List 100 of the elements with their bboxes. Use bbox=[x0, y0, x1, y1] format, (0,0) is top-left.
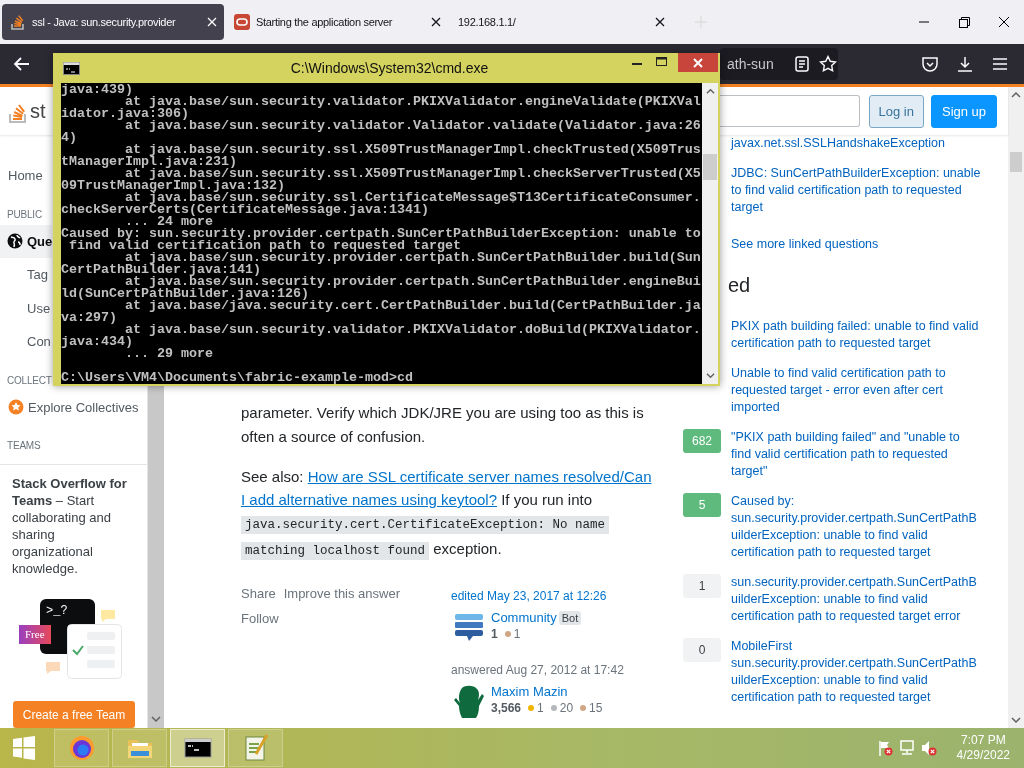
scroll-down-icon[interactable] bbox=[1011, 715, 1021, 725]
console-line: 4) bbox=[61, 132, 78, 144]
score-badge: 682 bbox=[683, 429, 721, 453]
user-name-link[interactable]: Community bbox=[491, 610, 557, 625]
oracle-icon bbox=[234, 14, 250, 30]
flag-icon[interactable] bbox=[876, 740, 893, 756]
terminal-icon[interactable] bbox=[63, 61, 80, 75]
sidebar-scrollbar[interactable] bbox=[148, 386, 164, 728]
answer-link[interactable]: I add alternative names using keytool? bbox=[241, 491, 497, 508]
related-question-link[interactable]: PKIX path building failed: unable to find valid certification path to requested target bbox=[731, 318, 983, 352]
console-line: Caused by: sun.security.provider.certpath.SunCertPathBuilderException: unable to bbox=[61, 228, 702, 240]
browser-tab[interactable]: ssl - Java: sun.security.provider bbox=[2, 4, 224, 40]
sidebar-item[interactable]: Explore Collectives bbox=[0, 390, 139, 424]
free-badge: Free bbox=[19, 625, 51, 644]
post-menu-link[interactable]: Share bbox=[241, 583, 276, 605]
scrollbar-thumb[interactable] bbox=[1010, 152, 1022, 172]
scroll-up-icon[interactable] bbox=[1011, 90, 1021, 100]
page-scrollbar[interactable] bbox=[1008, 87, 1024, 728]
badge-count: 15 bbox=[589, 701, 603, 715]
post-menu-link[interactable]: Improve this answer bbox=[283, 583, 401, 605]
score-badge: 0 bbox=[683, 638, 721, 662]
sidebar-item[interactable]: Use bbox=[0, 291, 51, 325]
teams-promo-text: Stack Overflow for Teams – Start collaborating and sharing organizational knowledge. bbox=[12, 475, 128, 577]
related-question-link[interactable]: Caused by: sun.security.provider.certpath.SunCertPathBuilderException: unable to find valid certification path to requested target bbox=[731, 493, 983, 561]
linked-question-link[interactable]: JDBC: SunCertPathBuilderException: unable to find valid certification path to requested target bbox=[731, 165, 983, 216]
command-prompt[interactable]: C:\Users\VM4\Documents\fabric-example-mod>cd bbox=[61, 372, 702, 384]
user-avatar-icon bbox=[453, 684, 485, 718]
related-question-link[interactable]: MobileFirst sun.security.provider.certpath.SunCertPathBuilderException: unable to find valid certification path to requested target bbox=[731, 638, 983, 706]
reputation-score: 3,566 bbox=[491, 701, 522, 715]
pocket-icon[interactable] bbox=[921, 55, 939, 73]
linked-question-link[interactable]: javax.net.ssl.SSLHandshakeException bbox=[731, 135, 983, 152]
section-heading: ed bbox=[728, 273, 752, 298]
close-icon[interactable] bbox=[430, 16, 442, 28]
sidebar-heading: TEAMS bbox=[6, 439, 41, 453]
console-line: at java.base/sun.security.ssl.X509TrustManagerImpl.checkTrusted(X509Trus bbox=[125, 144, 702, 156]
scroll-down-icon[interactable] bbox=[705, 371, 715, 380]
console-line: at java.base/sun.security.ssl.X509TrustManagerImpl.checkServerTrusted(X5 bbox=[125, 168, 702, 180]
post-menu-link[interactable]: Follow bbox=[241, 608, 451, 630]
sidebar-item[interactable]: Home bbox=[0, 159, 43, 193]
console-line: 09TrustManagerImpl.java:132) bbox=[61, 180, 285, 192]
console-line: at java.base/sun.security.provider.certpath.SunCertPathBuilder.build(Sun bbox=[125, 252, 702, 264]
answer-paragraph: See also: How are SSL certificate server names resolved/Can I add alternative names using keytool? If you run into java.security.cert.CertificateException: No name matching localhost found exception. bbox=[241, 467, 653, 562]
related-question-link[interactable]: Unable to find valid certification path to requested target - error even after cert imported bbox=[731, 365, 983, 416]
browser-tab[interactable]: 192.168.1.1/ bbox=[450, 4, 672, 40]
close-icon[interactable] bbox=[654, 16, 666, 28]
sidebar-heading: COLLECT bbox=[6, 373, 52, 388]
related-question-link[interactable]: "PKIX path building failed" and "unable to find valid certification path to requested target" bbox=[731, 429, 983, 480]
checklist-drawing bbox=[67, 624, 122, 679]
window-title: C:\Windows\System32\cmd.exe bbox=[290, 60, 489, 76]
scroll-up-icon[interactable] bbox=[705, 87, 715, 96]
score-badge: 5 bbox=[683, 493, 721, 517]
sidebar-item[interactable]: Que bbox=[0, 224, 53, 258]
reader-view-icon[interactable] bbox=[793, 55, 811, 73]
see-more-link[interactable]: See more linked questions bbox=[731, 236, 983, 253]
menu-icon[interactable] bbox=[991, 55, 1009, 73]
console-line: checkServerCerts(CertificateMessage.java:1341) bbox=[61, 204, 429, 216]
console-line: at java.base/sun.security.ssl.CertificateMessage$T13CertificateConsumer. bbox=[125, 192, 702, 204]
close-button[interactable] bbox=[678, 53, 718, 72]
bookmark-star-icon[interactable] bbox=[819, 55, 837, 73]
answer-link[interactable]: How are SSL certificate server names resolved/Can bbox=[307, 468, 652, 485]
console-line: java:439) bbox=[61, 84, 133, 96]
scrollbar-thumb[interactable] bbox=[703, 154, 717, 180]
logo-text[interactable]: st bbox=[30, 99, 46, 123]
address-bar[interactable]: ath-sun bbox=[720, 48, 838, 80]
score-badge: 1 bbox=[683, 574, 721, 598]
user-name-link[interactable]: Maxim Mazin bbox=[491, 684, 568, 699]
console-line: ... 24 more bbox=[125, 216, 213, 228]
reputation-score: 1 bbox=[491, 627, 498, 641]
stack-overflow-icon bbox=[10, 14, 26, 30]
console-line: find valid certification path to requested target bbox=[68, 240, 461, 252]
inline-code: java.security.cert.CertificateException: No name bbox=[241, 516, 610, 534]
download-icon[interactable] bbox=[956, 55, 974, 73]
edit-date-link[interactable]: edited May 23, 2017 at 12:26 bbox=[451, 586, 624, 606]
terminal-prompt: >_? bbox=[46, 603, 68, 620]
console-line: va:297) bbox=[61, 312, 118, 324]
sidebar-item[interactable]: Tag bbox=[0, 258, 48, 292]
related-question-link[interactable]: sun.security.provider.certpath.SunCertPathBuilderException: unable to find valid certification path to requested target error bbox=[731, 574, 983, 625]
badge-count: 1 bbox=[513, 627, 521, 641]
console-line: idator.java:306) bbox=[61, 108, 189, 120]
console-line: ... 29 more bbox=[125, 348, 214, 360]
muted-speaker-icon[interactable] bbox=[920, 740, 937, 756]
inline-code: matching localhost found bbox=[241, 542, 430, 560]
badge-count: 1 bbox=[537, 701, 544, 715]
sidebar-heading: PUBLIC bbox=[6, 207, 42, 222]
collectives-icon bbox=[8, 399, 24, 416]
answer-date: answered Aug 27, 2012 at 17:42 bbox=[451, 662, 624, 679]
console-line: at java.base/sun.security.validator.PKIXValidator.engineValidate(PKIXVal bbox=[125, 96, 702, 108]
bot-tag: Bot bbox=[558, 611, 582, 625]
console-scrollbar[interactable] bbox=[702, 83, 718, 384]
scroll-down-icon[interactable] bbox=[151, 714, 161, 724]
console-line: at java.base/sun.security.validator.PKIXValidator.doBuild(PKIXValidator. bbox=[125, 324, 702, 336]
log-in-button[interactable]: Log in bbox=[868, 94, 924, 128]
globe-icon bbox=[7, 233, 23, 250]
console-line: java:434) bbox=[61, 336, 134, 348]
console-line: ld(SunCertPathBuilder.java:126) bbox=[61, 288, 309, 300]
console-line: tManagerImpl.java:231) bbox=[61, 156, 237, 168]
console-line: at java.base/java.security.cert.CertPathBuilder.build(CertPathBuilder.ja bbox=[125, 300, 702, 312]
browser-tab[interactable]: Starting the application server bbox=[226, 4, 448, 40]
sidebar-item[interactable]: Con bbox=[0, 325, 51, 359]
console-line: CertPathBuilder.java:141) bbox=[61, 264, 261, 276]
